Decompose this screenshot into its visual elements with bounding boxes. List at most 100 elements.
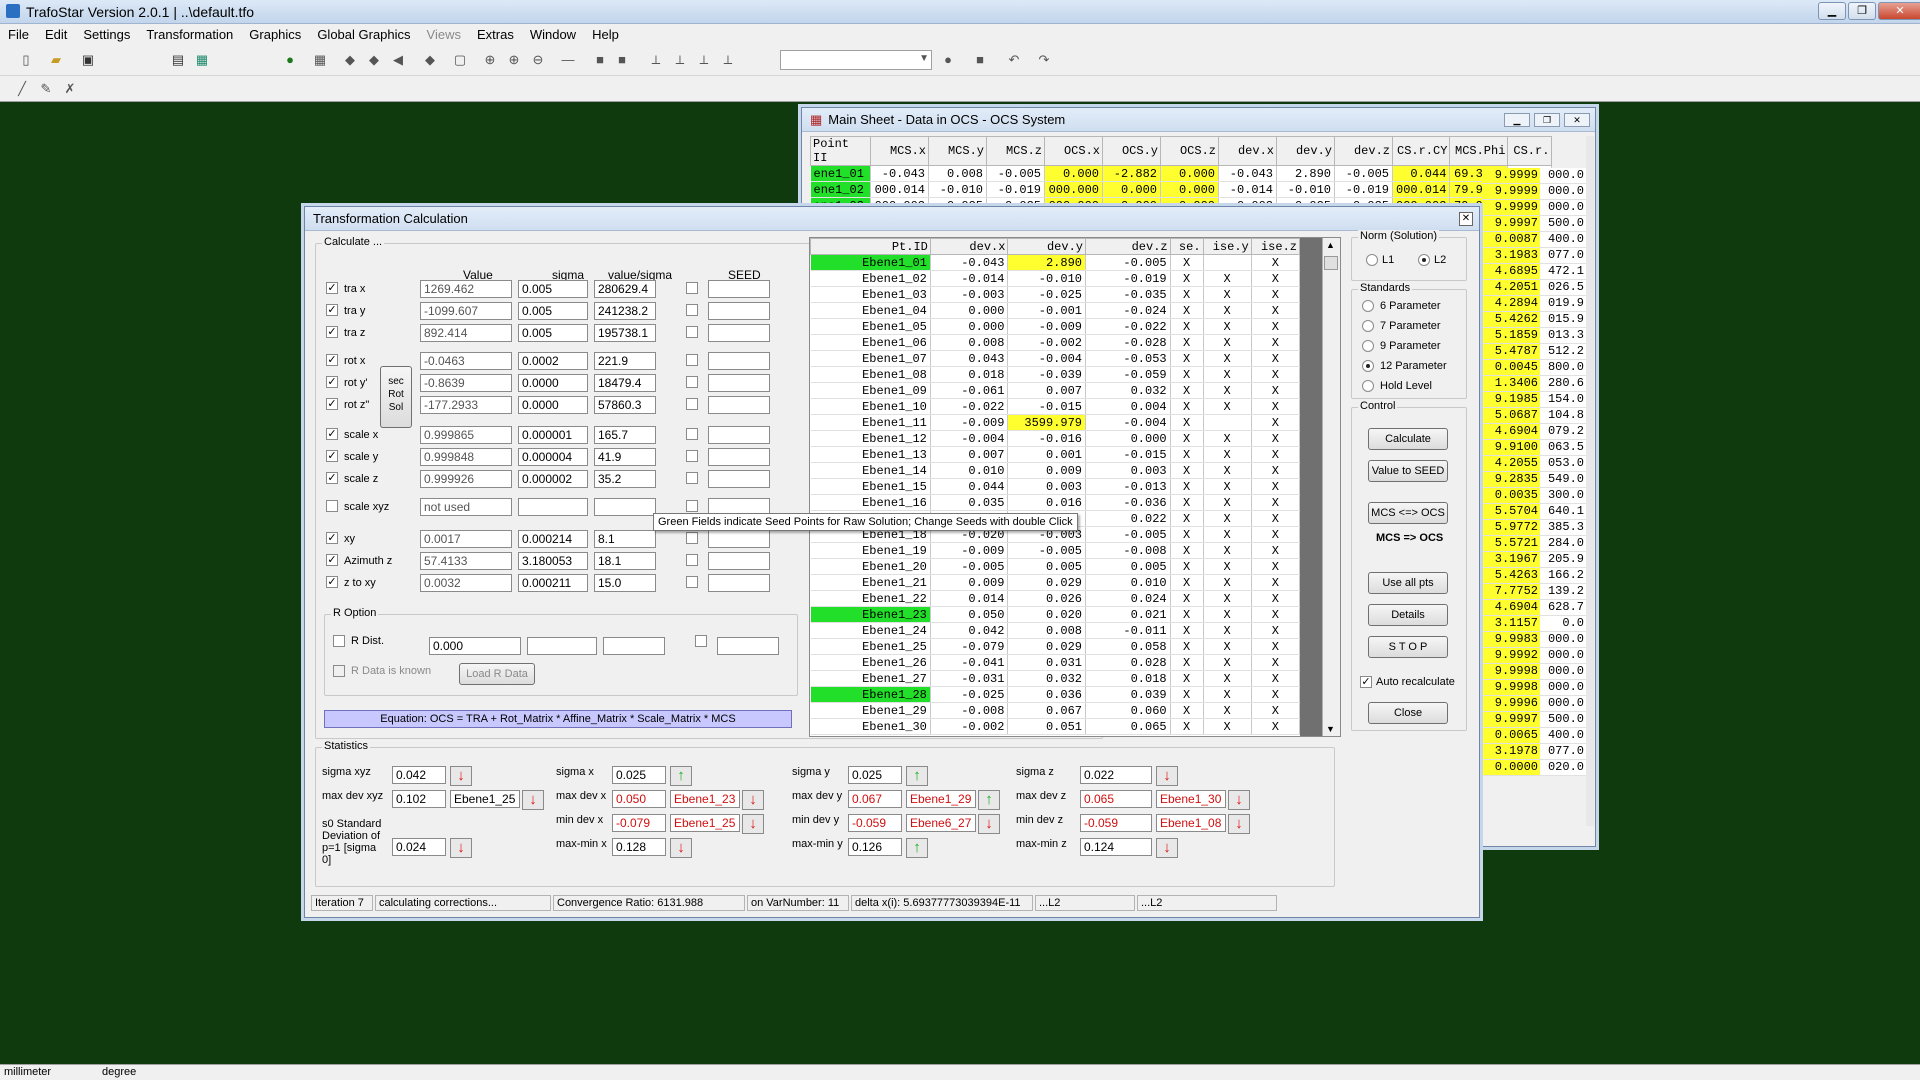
grid-cell[interactable]: X (1251, 702, 1301, 719)
grid-cell[interactable]: -0.024 (1085, 302, 1171, 319)
grid-cell[interactable]: X (1251, 526, 1301, 543)
grid-cell[interactable]: -0.004 (1007, 350, 1086, 367)
sheet-r-cell[interactable]: 019.9 (1540, 296, 1586, 311)
grid-icon[interactable]: ▦ (310, 50, 330, 70)
sheet-col-header[interactable]: MCS.z (986, 136, 1045, 166)
grid-cell[interactable]: 0.043 (930, 350, 1009, 367)
sheet-cell[interactable]: 0.000 (1102, 181, 1161, 198)
sheet-phi-cell[interactable]: 0.0045 (1482, 360, 1540, 375)
grid-cell[interactable]: 0.014 (930, 590, 1009, 607)
grid-cell[interactable]: Ebene1_29 (810, 702, 931, 719)
sheet-phi-cell[interactable]: 9.9997 (1482, 712, 1540, 727)
sheet-phi-cell[interactable]: 9.9998 (1482, 664, 1540, 679)
sheet-r-cell[interactable]: 079.2 (1540, 424, 1586, 439)
view-selector-dropdown[interactable]: ▼ (780, 50, 932, 70)
sheet-r-cell[interactable]: 077.0 (1540, 744, 1586, 759)
sheet-r-cell[interactable]: 280.6 (1540, 376, 1586, 391)
sheet-phi-cell[interactable]: 9.2835 (1482, 472, 1540, 487)
grid-cell[interactable]: X (1170, 574, 1204, 591)
param-checkbox[interactable]: ✓ (326, 282, 338, 294)
grid-cell[interactable]: -0.059 (1085, 366, 1171, 383)
r-known-checkbox[interactable] (333, 665, 345, 677)
sheet-col-header[interactable]: dev.z (1334, 136, 1393, 166)
grid-row[interactable]: Ebene1_27 -0.031 0.032 0.018 X X X (810, 670, 1301, 687)
menu-file[interactable]: File (8, 27, 29, 42)
sheet-phi-cell[interactable]: 3.1157 (1482, 616, 1540, 631)
grid-cell[interactable]: -0.036 (1085, 494, 1171, 511)
calculate-button[interactable]: Calculate (1368, 428, 1448, 450)
sheet-col-header[interactable]: MCS.x (870, 136, 929, 166)
sheet-col-header[interactable]: CS.r.CY (1391, 136, 1451, 166)
grid-cell[interactable]: 0.032 (1007, 670, 1086, 687)
calculator-icon[interactable]: ▦ (192, 50, 212, 70)
grid-cell[interactable]: -0.005 (930, 558, 1009, 575)
grid-cell[interactable]: 0.042 (930, 622, 1009, 639)
grid-cell[interactable]: -0.004 (1085, 414, 1171, 431)
axis4-icon[interactable]: ⟂ (718, 50, 738, 70)
param-seed-checkbox[interactable] (686, 282, 698, 294)
hold-level-radio[interactable] (1362, 380, 1374, 392)
grid-cell[interactable]: X (1203, 622, 1252, 639)
calc-close-icon[interactable]: ✕ (1459, 212, 1473, 226)
sheet-phi-cell[interactable]: 3.1983 (1482, 248, 1540, 263)
sheet-phi-cell[interactable]: 9.9992 (1482, 648, 1540, 663)
grid-cell[interactable]: X (1170, 286, 1204, 303)
grid-cell[interactable]: X (1251, 398, 1301, 415)
param-seed-field[interactable] (708, 530, 770, 548)
sheet-vscroll[interactable] (1586, 136, 1594, 826)
sheet-r-cell[interactable]: 000.0 (1540, 696, 1586, 711)
grid-cell[interactable]: 0.016 (1007, 494, 1086, 511)
grid-cell[interactable]: X (1170, 414, 1204, 431)
sheet-cell[interactable]: 000.014 (870, 181, 929, 198)
param-value-field[interactable]: 0.0017 (420, 530, 512, 548)
grid-row[interactable]: Ebene1_13 0.007 0.001 -0.015 X X X (810, 446, 1301, 463)
sheet-col-header[interactable]: MCS.Phi (1449, 136, 1509, 166)
grid-cell[interactable]: -0.028 (1085, 334, 1171, 351)
sheet-r-cell[interactable]: 154.0 (1540, 392, 1586, 407)
sheet-r-cell[interactable]: 000.0 (1540, 168, 1586, 183)
film-icon[interactable]: ■ (970, 50, 990, 70)
grid-cell[interactable]: X (1170, 718, 1204, 735)
scroll-thumb[interactable] (1324, 256, 1338, 270)
param-checkbox[interactable]: ✓ (326, 304, 338, 316)
sheet-r-cell[interactable]: 205.9 (1540, 552, 1586, 567)
grid-cell[interactable]: X (1203, 446, 1252, 463)
grid-cell[interactable]: X (1251, 430, 1301, 447)
grid-cell[interactable]: X (1251, 446, 1301, 463)
param-seed-field[interactable] (708, 448, 770, 466)
r-seed-checkbox[interactable] (695, 635, 707, 647)
grid-cell[interactable]: X (1203, 510, 1252, 527)
grid-row[interactable]: Ebene1_28 -0.025 0.036 0.039 X X X (810, 686, 1301, 703)
grid-cell[interactable]: 0.003 (1007, 478, 1086, 495)
param-seed-field[interactable] (708, 426, 770, 444)
grid-cell[interactable]: 0.005 (1085, 558, 1171, 575)
grid-cell[interactable]: 0.035 (930, 494, 1009, 511)
sheet-phi-cell[interactable]: 5.0687 (1482, 408, 1540, 423)
grid-cell[interactable]: Ebene1_01 (810, 254, 931, 271)
grid-cell[interactable]: X (1251, 462, 1301, 479)
sheet-close-button[interactable]: ✕ (1564, 113, 1590, 127)
param-seed-checkbox[interactable] (686, 472, 698, 484)
grid-cell[interactable]: X (1203, 350, 1252, 367)
grid-cell[interactable]: X (1203, 462, 1252, 479)
load-r-data-button[interactable]: Load R Data (459, 663, 535, 685)
sheet-col-header[interactable]: CS.r. (1507, 136, 1553, 166)
grid-cell[interactable] (1203, 414, 1252, 431)
grid-row[interactable]: Ebene1_04 0.000 -0.001 -0.024 X X X (810, 302, 1301, 319)
grid-cell[interactable]: Ebene1_05 (810, 318, 931, 335)
sheet-phi-cell[interactable]: 9.9100 (1482, 440, 1540, 455)
grid-cell[interactable]: X (1203, 270, 1252, 287)
sheet-phi-cell[interactable]: 9.9999 (1482, 184, 1540, 199)
param-seed-field[interactable] (708, 574, 770, 592)
grid-cell[interactable]: 0.021 (1085, 606, 1171, 623)
sheet-phi-cell[interactable]: 9.9996 (1482, 696, 1540, 711)
grid-cell[interactable]: -0.008 (930, 702, 1009, 719)
sheet-phi-cell[interactable]: 4.2051 (1482, 280, 1540, 295)
grid-cell[interactable]: Ebene1_26 (810, 654, 931, 671)
grid-cell[interactable]: 0.003 (1085, 462, 1171, 479)
grid-cell[interactable]: Ebene1_07 (810, 350, 931, 367)
grid-col-header[interactable]: ise.y (1202, 238, 1252, 255)
grid-cell[interactable]: X (1170, 494, 1204, 511)
draw-line-icon[interactable]: ╱ (12, 79, 32, 99)
grid-cell[interactable]: X (1170, 526, 1204, 543)
